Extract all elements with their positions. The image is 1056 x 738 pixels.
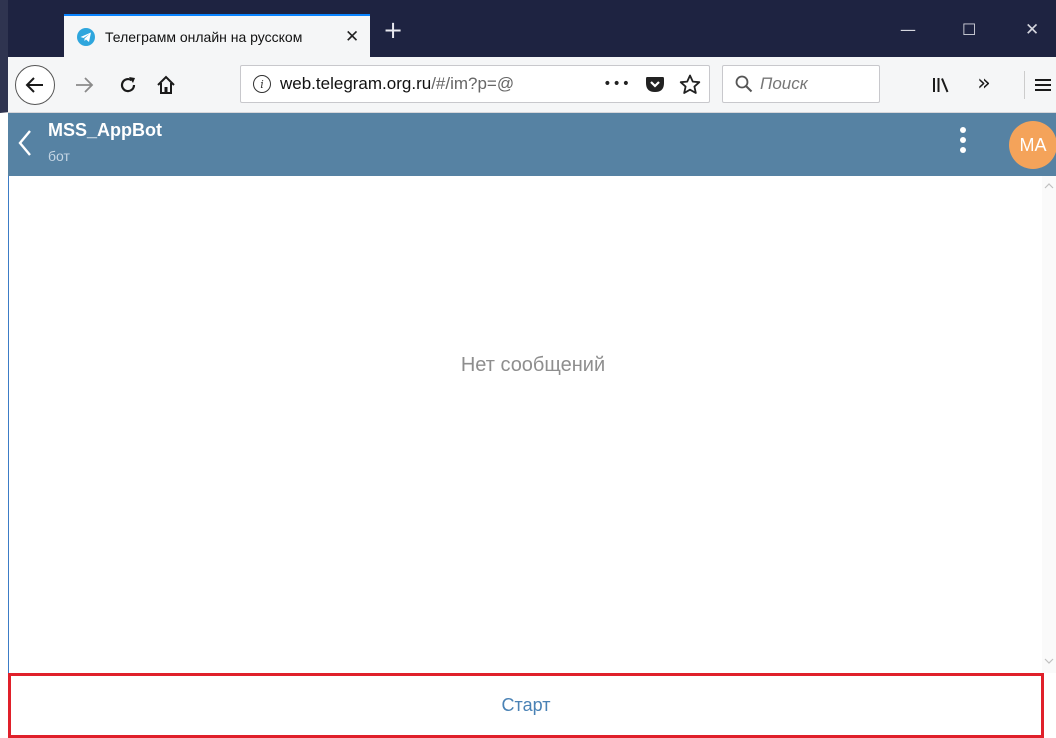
- minimize-button[interactable]: —: [900, 20, 916, 39]
- chevron-left-icon: [18, 130, 31, 156]
- search-placeholder: Поиск: [760, 74, 808, 93]
- chat-subtitle: бот: [48, 148, 70, 164]
- tab-title: Телеграмм онлайн на русском: [105, 28, 303, 45]
- message-area: Нет сообщений: [8, 176, 1056, 673]
- avatar[interactable]: MA: [1009, 121, 1056, 169]
- back-arrow-icon: [25, 77, 43, 93]
- forward-button[interactable]: [70, 71, 98, 99]
- browser-titlebar: Телеграмм онлайн на русском ✕ + — ☐ ✕: [0, 0, 1056, 57]
- hamburger-menu-icon: [1035, 79, 1051, 91]
- search-icon: [735, 75, 753, 93]
- start-button[interactable]: Старт: [8, 673, 1044, 738]
- url-actions: •••: [603, 66, 701, 102]
- browser-tab-telegram[interactable]: Телеграмм онлайн на русском ✕: [64, 14, 370, 57]
- library-button[interactable]: [928, 71, 954, 99]
- toolbar-separator: [1024, 71, 1025, 99]
- empty-messages-text: Нет сообщений: [460, 354, 606, 376]
- forward-arrow-icon: [76, 77, 94, 93]
- tab-close-icon[interactable]: ✕: [345, 27, 359, 47]
- browser-navbar: i web.telegram.org.ru/#/im?p=@ ••• Поиск…: [0, 57, 1056, 113]
- chat-title[interactable]: MSS_AppBot: [48, 120, 162, 141]
- kebab-dot: [960, 137, 966, 143]
- page-actions-more-icon[interactable]: •••: [603, 76, 631, 92]
- hamburger-menu-button[interactable]: [1030, 71, 1056, 99]
- window-edge: [0, 0, 8, 57]
- kebab-dot: [960, 147, 966, 153]
- message-scrollbar[interactable]: [1042, 176, 1056, 673]
- library-icon: [933, 78, 949, 93]
- reload-button[interactable]: [114, 71, 142, 99]
- maximize-button[interactable]: ☐: [962, 20, 976, 39]
- bookmark-star-icon[interactable]: [679, 74, 701, 95]
- chat-menu-button[interactable]: [956, 127, 970, 161]
- telegram-icon: [77, 27, 95, 46]
- chat-header: MSS_AppBot бот MA: [8, 113, 1056, 176]
- start-button-label: Старт: [501, 695, 551, 715]
- back-button[interactable]: [15, 65, 55, 105]
- home-icon: [157, 75, 175, 94]
- reload-icon: [120, 77, 136, 93]
- search-bar[interactable]: Поиск: [722, 65, 880, 103]
- overflow-icon[interactable]: »: [972, 67, 996, 99]
- scroll-up-icon[interactable]: [1044, 182, 1054, 192]
- scroll-down-icon[interactable]: [1044, 657, 1054, 667]
- pocket-icon[interactable]: [645, 75, 665, 94]
- kebab-dot: [960, 127, 966, 133]
- url-path: /#/im?p=@: [431, 74, 515, 93]
- url-host: web.telegram.org.ru: [280, 74, 432, 93]
- url-text[interactable]: web.telegram.org.ru/#/im?p=@: [280, 74, 542, 94]
- home-button[interactable]: [152, 71, 180, 99]
- close-window-button[interactable]: ✕: [1025, 20, 1039, 40]
- url-bar[interactable]: i web.telegram.org.ru/#/im?p=@ •••: [240, 65, 710, 103]
- new-tab-button[interactable]: +: [383, 18, 403, 42]
- info-icon[interactable]: i: [253, 75, 271, 93]
- chat-back-button[interactable]: [18, 129, 32, 161]
